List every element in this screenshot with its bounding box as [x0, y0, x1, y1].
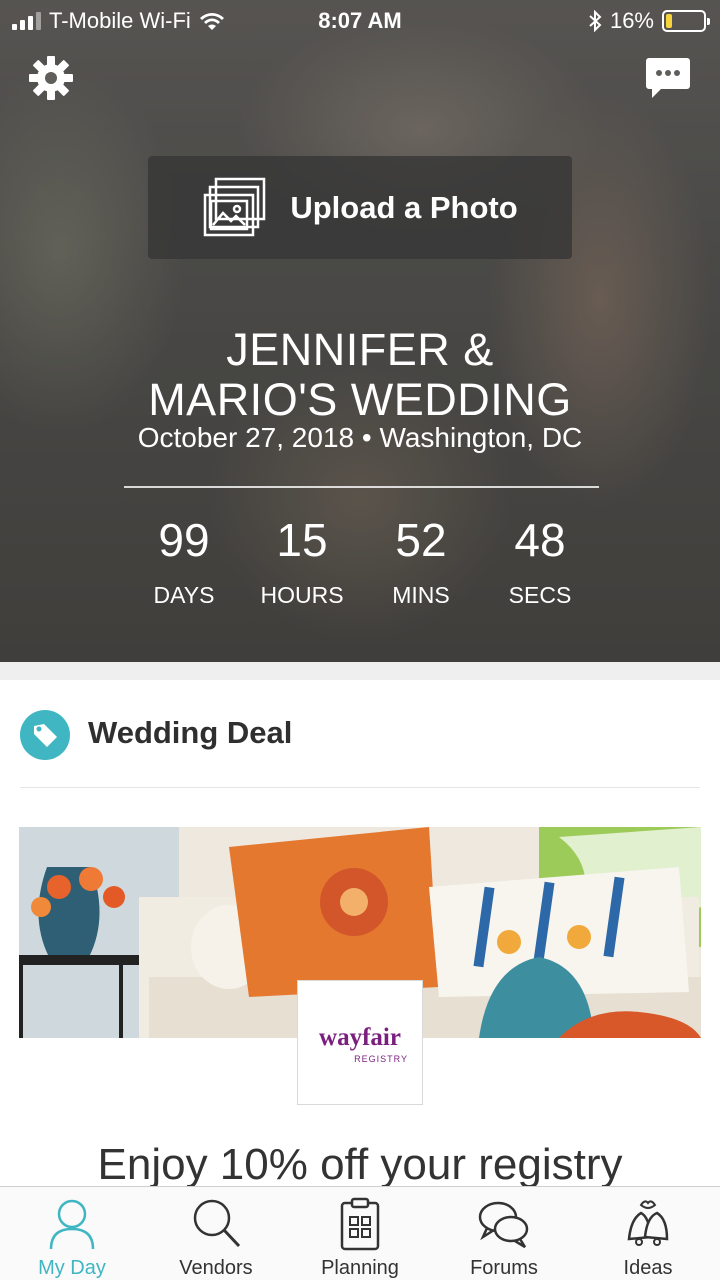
tab-forums-label: Forums: [470, 1257, 538, 1279]
wayfair-registry-logo[interactable]: wayfair REGISTRY: [297, 980, 423, 1105]
battery-icon: [662, 10, 710, 32]
brand-name: wayfair: [319, 1024, 401, 1051]
search-icon: [193, 1199, 241, 1248]
wedding-deal-title: Wedding Deal: [88, 715, 293, 750]
section-gap: [0, 662, 720, 680]
person-icon: [49, 1199, 95, 1250]
countdown-hours-value: 15: [276, 514, 328, 566]
wedding-title: JENNIFER & MARIO'S WEDDING: [0, 325, 720, 425]
tab-my-day[interactable]: My Day: [0, 1187, 144, 1280]
status-right: 16%: [588, 8, 710, 34]
countdown-secs-label: SECS: [508, 582, 572, 608]
bluetooth-icon: [589, 10, 602, 32]
countdown-days-label: DAYS: [153, 582, 215, 608]
upload-photo-button[interactable]: Upload a Photo: [148, 156, 572, 259]
countdown-mins-label: MINS: [392, 582, 450, 608]
tab-forums[interactable]: Forums: [432, 1187, 576, 1280]
countdown: 99 DAYS 15 HOURS 52 MINS 48 SECS: [0, 512, 720, 612]
countdown-days: 99 DAYS: [124, 512, 244, 609]
countdown-hours: 15 HOURS: [242, 512, 362, 609]
tab-ideas[interactable]: Ideas: [576, 1187, 720, 1280]
wedding-title-line2: MARIO'S WEDDING: [148, 374, 572, 425]
status-bar: T-Mobile Wi-Fi 8:07 AM 16%: [0, 0, 720, 40]
countdown-mins: 52 MINS: [361, 512, 481, 609]
battery-level: [666, 14, 672, 28]
countdown-secs: 48 SECS: [480, 512, 600, 609]
chat-bubbles-icon: [478, 1201, 529, 1249]
tab-my-day-label: My Day: [38, 1257, 106, 1279]
brand-subtitle: REGISTRY: [354, 1054, 408, 1064]
photo-stack-icon: [204, 177, 266, 236]
wedding-title-line1: JENNIFER &: [226, 324, 494, 375]
countdown-secs-value: 48: [514, 514, 566, 566]
tab-vendors-label: Vendors: [179, 1257, 253, 1279]
tab-bar: My Day Vendors Planning Forums Ideas: [0, 1186, 720, 1280]
tab-ideas-label: Ideas: [623, 1257, 673, 1279]
countdown-hours-label: HOURS: [260, 582, 344, 608]
hero-banner: T-Mobile Wi-Fi 8:07 AM 16% Upload a Phot…: [0, 0, 720, 662]
battery-percent: 16%: [609, 8, 654, 33]
wedding-date-location: October 27, 2018 • Washington, DC: [137, 422, 583, 453]
clipboard-icon: [340, 1197, 380, 1251]
divider: [20, 787, 700, 788]
wedding-deal-header[interactable]: Wedding Deal: [0, 680, 720, 788]
countdown-mins-value: 52: [395, 514, 447, 566]
hero-divider: [124, 486, 599, 488]
upload-photo-label: Upload a Photo: [290, 189, 518, 225]
chat-bubble-icon[interactable]: [645, 55, 691, 101]
bells-icon: [627, 1200, 669, 1246]
promo-text: Enjoy 10% off your registry: [97, 1140, 623, 1189]
gear-icon[interactable]: [28, 55, 74, 101]
tab-vendors[interactable]: Vendors: [144, 1187, 288, 1280]
tag-icon: [20, 710, 70, 760]
countdown-days-value: 99: [158, 514, 210, 566]
tab-planning[interactable]: Planning: [288, 1187, 432, 1280]
tab-planning-label: Planning: [321, 1257, 399, 1279]
